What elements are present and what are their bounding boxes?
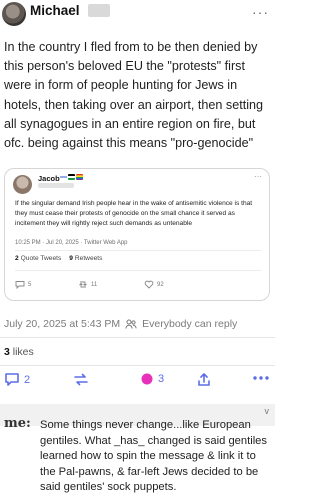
post-content: In the country I fled from to be then de… [4, 40, 264, 151]
author-avatar[interactable] [2, 2, 26, 26]
quote-card[interactable]: Jacob ··· If the singular demand Irish p… [4, 168, 270, 301]
quote-divider [15, 250, 261, 251]
boost-icon [74, 373, 88, 386]
share-button[interactable] [197, 372, 211, 387]
share-icon [198, 373, 210, 386]
flag-icon [60, 174, 83, 180]
divider [0, 365, 275, 366]
redacted-handle [88, 4, 110, 17]
boost-icon [79, 281, 87, 288]
reply-icon [5, 373, 19, 386]
post-action-bar: 2 3 [0, 369, 275, 393]
post-meta: July 20, 2025 at 5:43 PM Everybody can r… [4, 318, 237, 330]
more-icon: ··· [254, 172, 262, 181]
favourite-icon [141, 373, 153, 385]
quote-meta: 10:25 PM · Jul 20, 2025 · Twitter Web Ap… [15, 240, 128, 246]
people-icon [125, 319, 137, 329]
reply-text: Some things never change...like European… [40, 419, 268, 494]
quote-stats: 2 Quote Tweets 9 Retweets [15, 255, 102, 262]
divider [0, 337, 275, 338]
favourite-button[interactable]: 3 [140, 372, 164, 386]
quote-divider [15, 270, 261, 271]
chevron-icon: v [264, 406, 270, 416]
quote-like-stat: 92 [144, 280, 164, 289]
heart-icon [144, 280, 154, 289]
visibility-label: Everybody can reply [142, 318, 238, 330]
likes-summary[interactable]: 3 likes [4, 346, 34, 358]
redacted-quote-handle [38, 183, 74, 188]
quote-author-name: Jacob [38, 174, 60, 183]
quote-reply-stat: 5 [15, 280, 31, 289]
post-timestamp[interactable]: July 20, 2025 at 5:43 PM [4, 318, 120, 330]
quote-actions: 5 11 92 [15, 280, 195, 292]
boost-button[interactable] [72, 372, 90, 387]
reply-icon [15, 281, 25, 289]
quote-retweet-stat: 11 [78, 280, 97, 289]
post-header: Michael ··· [0, 0, 275, 30]
retweets-stat: 9 Retweets [69, 255, 103, 262]
reply-button[interactable]: 2 [4, 372, 30, 387]
quote-text: If the singular demand Irish people hear… [15, 200, 253, 227]
quote-tweets-stat: 2 Quote Tweets [15, 255, 62, 262]
more-icon[interactable] [252, 375, 270, 381]
author-name[interactable]: Michael [30, 3, 80, 18]
reply-avatar-label: me: [4, 416, 31, 431]
more-icon[interactable]: ··· [252, 4, 269, 20]
quote-avatar [13, 175, 32, 194]
